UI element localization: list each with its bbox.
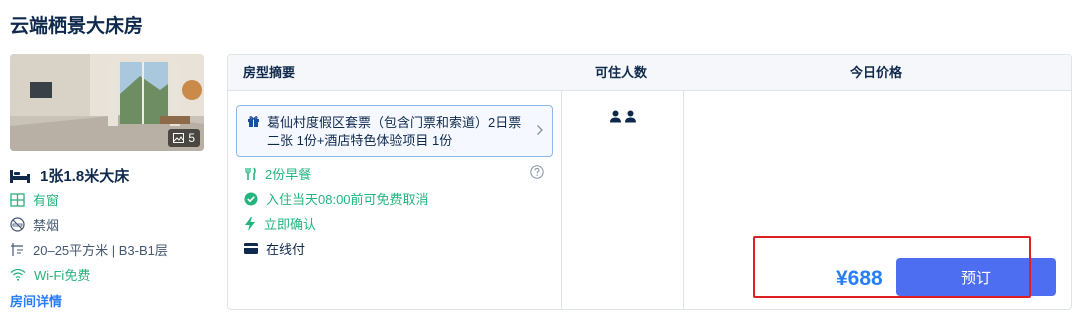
- policy-confirm-label: 立即确认: [264, 217, 317, 232]
- header-occupancy: 可住人数: [595, 65, 648, 80]
- person-icon: [625, 110, 636, 123]
- bed-info: 1张1.8米大床: [10, 165, 129, 186]
- card-icon: [244, 243, 258, 254]
- person-icon: [610, 110, 621, 123]
- image-icon: [173, 133, 185, 143]
- package-card[interactable]: 葛仙村度假区套票（包含门票和索道）2日票二张 1份+酒店特色体验项目 1份: [236, 105, 553, 157]
- policy-payment: 在线付: [244, 239, 305, 258]
- header-summary: 房型摘要: [243, 65, 296, 80]
- occupancy-icons: [609, 110, 637, 123]
- area-icon: [11, 243, 23, 256]
- bed-icon: [10, 169, 30, 183]
- column-divider: [561, 91, 562, 309]
- policy-cancellation-label: 入住当天08:00前可免费取消: [266, 192, 429, 207]
- photo-count-badge: 5: [168, 129, 200, 147]
- room-rate-table: 房型摘要 可住人数 今日价格 葛仙村度假区套票（包含门票和索道）2日票二张 1份…: [227, 54, 1072, 310]
- feature-no-smoking: 禁烟: [10, 215, 59, 234]
- policy-payment-label: 在线付: [266, 242, 306, 257]
- chevron-right-icon: [537, 125, 543, 135]
- no-smoking-icon: [10, 217, 25, 232]
- lightning-icon: [245, 216, 255, 231]
- feature-area-label: 20–25平方米 | B3-B1层: [33, 243, 168, 258]
- gift-icon: [248, 116, 259, 127]
- window-icon: [10, 192, 25, 207]
- feature-no-smoking-label: 禁烟: [33, 218, 60, 233]
- policy-confirm: 立即确认: [244, 214, 316, 233]
- package-description: 葛仙村度假区套票（包含门票和索道）2日票二张 1份+酒店特色体验项目 1份: [267, 115, 522, 148]
- price: ¥688: [836, 267, 883, 290]
- feature-window-label: 有窗: [33, 193, 60, 208]
- room-photo[interactable]: 5: [10, 54, 204, 151]
- policy-cancellation: 入住当天08:00前可免费取消: [244, 189, 429, 208]
- photo-count: 5: [188, 131, 195, 145]
- feature-area: 20–25平方米 | B3-B1层: [10, 240, 168, 259]
- fork-knife-icon: [245, 167, 256, 180]
- policy-breakfast-label: 2份早餐: [265, 167, 312, 182]
- policy-breakfast: 2份早餐: [244, 164, 311, 183]
- room-detail-link[interactable]: 房间详情: [10, 291, 62, 310]
- bed-label: 1张1.8米大床: [40, 168, 130, 185]
- feature-window: 有窗: [10, 190, 59, 209]
- feature-wifi: Wi-Fi免费: [10, 265, 90, 284]
- help-icon[interactable]: [530, 165, 544, 179]
- feature-wifi-label: Wi-Fi免费: [34, 268, 91, 283]
- check-circle-icon: [244, 192, 258, 205]
- book-button[interactable]: 预订: [896, 258, 1056, 296]
- column-divider: [683, 91, 684, 309]
- wifi-icon: [10, 268, 26, 281]
- table-header: 房型摘要 可住人数 今日价格: [228, 55, 1071, 91]
- header-price: 今日价格: [850, 65, 903, 80]
- room-title: 云端栖景大床房: [10, 16, 144, 37]
